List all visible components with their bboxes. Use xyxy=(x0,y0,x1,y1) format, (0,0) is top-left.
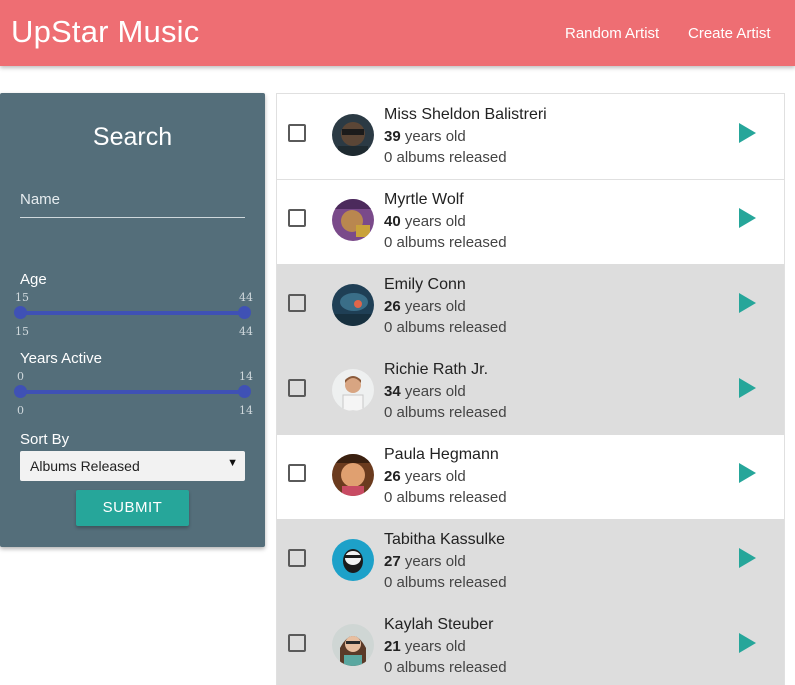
play-icon[interactable] xyxy=(739,548,756,568)
age-low-value: 15 xyxy=(15,325,29,338)
sort-by-value: Albums Released xyxy=(30,458,140,474)
artist-avatar xyxy=(332,624,374,666)
artist-row[interactable]: Tabitha Kassulke 27 years old 0 albums r… xyxy=(277,519,784,605)
dropdown-caret-icon: ▼ xyxy=(227,457,238,469)
artist-row[interactable]: Emily Conn 26 years old 0 albums release… xyxy=(277,264,784,350)
name-input[interactable] xyxy=(20,181,245,218)
age-min-tick: 15 xyxy=(15,291,29,304)
artist-checkbox[interactable] xyxy=(288,124,306,142)
artist-name[interactable]: Myrtle Wolf xyxy=(384,191,464,209)
create-artist-link[interactable]: Create Artist xyxy=(688,25,771,42)
search-panel: Search Age 15 44 15 44 Years Active 0 14… xyxy=(0,93,265,547)
artist-albums: 0 albums released xyxy=(384,659,507,676)
artist-checkbox[interactable] xyxy=(288,294,306,312)
artist-age: 26 years old xyxy=(384,468,466,485)
years-max-tick: 14 xyxy=(239,370,253,383)
random-artist-link[interactable]: Random Artist xyxy=(565,25,659,42)
artist-albums: 0 albums released xyxy=(384,234,507,251)
age-max-tick: 44 xyxy=(239,291,253,304)
artist-name[interactable]: Kaylah Steuber xyxy=(384,616,493,634)
navbar: UpStar Music Random Artist Create Artist xyxy=(0,0,795,66)
artist-checkbox[interactable] xyxy=(288,634,306,652)
artist-avatar xyxy=(332,454,374,496)
artist-age: 34 years old xyxy=(384,383,466,400)
sort-by-label: Sort By xyxy=(20,431,70,448)
age-low-handle[interactable] xyxy=(14,306,27,319)
artist-checkbox[interactable] xyxy=(288,549,306,567)
play-icon[interactable] xyxy=(739,463,756,483)
artist-row[interactable]: Richie Rath Jr. 34 years old 0 albums re… xyxy=(277,349,784,435)
play-icon[interactable] xyxy=(739,293,756,313)
artist-checkbox[interactable] xyxy=(288,379,306,397)
artist-row[interactable]: Miss Sheldon Balistreri 39 years old 0 a… xyxy=(277,94,784,180)
artist-name[interactable]: Paula Hegmann xyxy=(384,446,499,464)
play-icon[interactable] xyxy=(739,208,756,228)
artist-avatar xyxy=(332,114,374,156)
artist-albums: 0 albums released xyxy=(384,489,507,506)
artist-albums: 0 albums released xyxy=(384,574,507,591)
artist-avatar xyxy=(332,199,374,241)
artist-age: 40 years old xyxy=(384,213,466,230)
play-icon[interactable] xyxy=(739,378,756,398)
artist-name[interactable]: Miss Sheldon Balistreri xyxy=(384,106,547,124)
submit-button[interactable]: SUBMIT xyxy=(76,490,189,526)
artist-checkbox[interactable] xyxy=(288,464,306,482)
sort-by-select[interactable]: Albums Released ▼ xyxy=(20,451,245,481)
artist-age: 26 years old xyxy=(384,298,466,315)
artist-age: 39 years old xyxy=(384,128,466,145)
artist-age: 21 years old xyxy=(384,638,466,655)
years-active-label: Years Active xyxy=(20,350,102,367)
years-min-tick: 0 xyxy=(17,370,24,383)
artist-avatar xyxy=(332,369,374,411)
artist-name[interactable]: Emily Conn xyxy=(384,276,466,294)
brand-logo[interactable]: UpStar Music xyxy=(11,14,199,50)
artist-row[interactable]: Myrtle Wolf 40 years old 0 albums releas… xyxy=(277,179,784,265)
artist-age: 27 years old xyxy=(384,553,466,570)
artist-albums: 0 albums released xyxy=(384,319,507,336)
artist-list: Miss Sheldon Balistreri 39 years old 0 a… xyxy=(276,93,785,685)
play-icon[interactable] xyxy=(739,633,756,653)
search-title: Search xyxy=(92,123,173,151)
artist-checkbox[interactable] xyxy=(288,209,306,227)
artist-name[interactable]: Tabitha Kassulke xyxy=(384,531,505,549)
artist-avatar xyxy=(332,284,374,326)
years-high-handle[interactable] xyxy=(238,385,251,398)
artist-row[interactable]: Kaylah Steuber 21 years old 0 albums rel… xyxy=(277,604,784,685)
age-label: Age xyxy=(20,271,47,288)
artist-albums: 0 albums released xyxy=(384,149,507,166)
years-low-value: 0 xyxy=(17,404,24,417)
years-active-range-slider[interactable] xyxy=(14,385,251,398)
artist-name[interactable]: Richie Rath Jr. xyxy=(384,361,488,379)
age-range-slider[interactable] xyxy=(14,306,251,319)
play-icon[interactable] xyxy=(739,123,756,143)
years-low-handle[interactable] xyxy=(14,385,27,398)
artist-row[interactable]: Paula Hegmann 26 years old 0 albums rele… xyxy=(277,434,784,520)
age-high-value: 44 xyxy=(239,325,253,338)
artist-albums: 0 albums released xyxy=(384,404,507,421)
years-high-value: 14 xyxy=(239,404,253,417)
artist-avatar xyxy=(332,539,374,581)
age-high-handle[interactable] xyxy=(238,306,251,319)
